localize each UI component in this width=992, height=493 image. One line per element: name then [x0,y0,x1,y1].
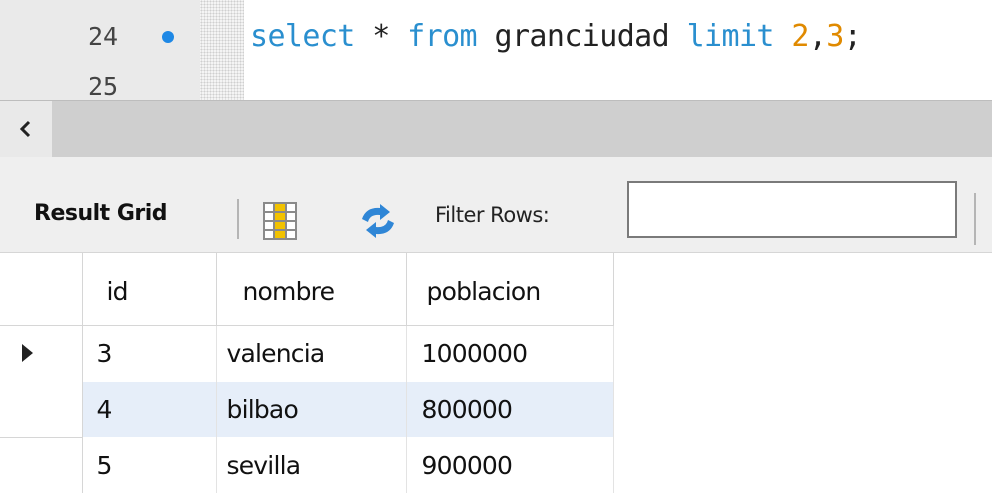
code-token-id: , [808,19,827,54]
result-grid[interactable]: id nombre poblacion 3 valencia 1000000 4… [0,252,992,493]
table-row[interactable]: 5 sevilla 900000 [0,436,614,493]
result-table: id nombre poblacion 3 valencia 1000000 4… [0,253,614,493]
code-token-kw: limit [686,19,775,54]
sql-editor[interactable]: 24 25 select * from granciudad limit 2,3… [0,0,992,100]
cell-poblacion[interactable]: 900000 [406,437,614,493]
line-number: 25 [88,72,119,98]
column-header-poblacion[interactable]: poblacion [406,253,614,326]
table-row[interactable]: 3 valencia 1000000 [0,325,614,381]
code-token-num: 2 [791,19,809,54]
code-token-kw: from [407,19,478,54]
result-grid-label: Result Grid [34,201,168,226]
horizontal-scrollbar[interactable] [0,100,992,157]
cell-nombre[interactable]: valencia [216,325,407,381]
form-editor-icon[interactable] [260,201,300,241]
code-token-kw: select [250,19,355,54]
code-token-id: granciudad [477,19,687,54]
chevron-left-icon [19,120,31,138]
toolbar-separator [974,193,976,245]
code-line[interactable]: select * from granciudad limit 2,3; [250,19,862,54]
code-token-num: 3 [826,19,844,54]
table-row[interactable]: 4 bilbao 800000 [0,380,614,437]
row-marker[interactable] [0,436,83,493]
toolbar-separator [237,199,239,239]
filter-rows-label: Filter Rows: [435,203,550,227]
row-marker[interactable] [0,325,83,381]
fold-margin [200,0,244,100]
code-token-id: * [354,19,408,54]
cell-id[interactable]: 3 [82,325,217,381]
cell-poblacion[interactable]: 800000 [406,380,614,437]
column-header-nombre[interactable]: nombre [216,253,407,326]
scroll-left-button[interactable] [0,101,52,157]
code-token-id: ; [843,19,862,54]
cell-id[interactable]: 4 [82,380,217,437]
cell-nombre[interactable]: sevilla [216,437,407,493]
filter-rows-input[interactable] [627,181,957,238]
line-number-gutter: 24 25 [0,0,200,100]
refresh-icon[interactable] [356,203,400,239]
code-token-id [774,19,791,54]
row-marker[interactable] [0,380,83,437]
cell-id[interactable]: 5 [82,437,217,493]
result-toolbar: Result Grid Filter Rows: [0,157,992,252]
column-header-id[interactable]: id [82,253,217,326]
statement-marker-icon [162,31,174,43]
current-row-arrow-icon [22,343,33,362]
cell-nombre[interactable]: bilbao [216,380,407,437]
cell-poblacion[interactable]: 1000000 [406,325,614,381]
row-marker-header [0,253,83,326]
header-row: id nombre poblacion [0,253,614,326]
